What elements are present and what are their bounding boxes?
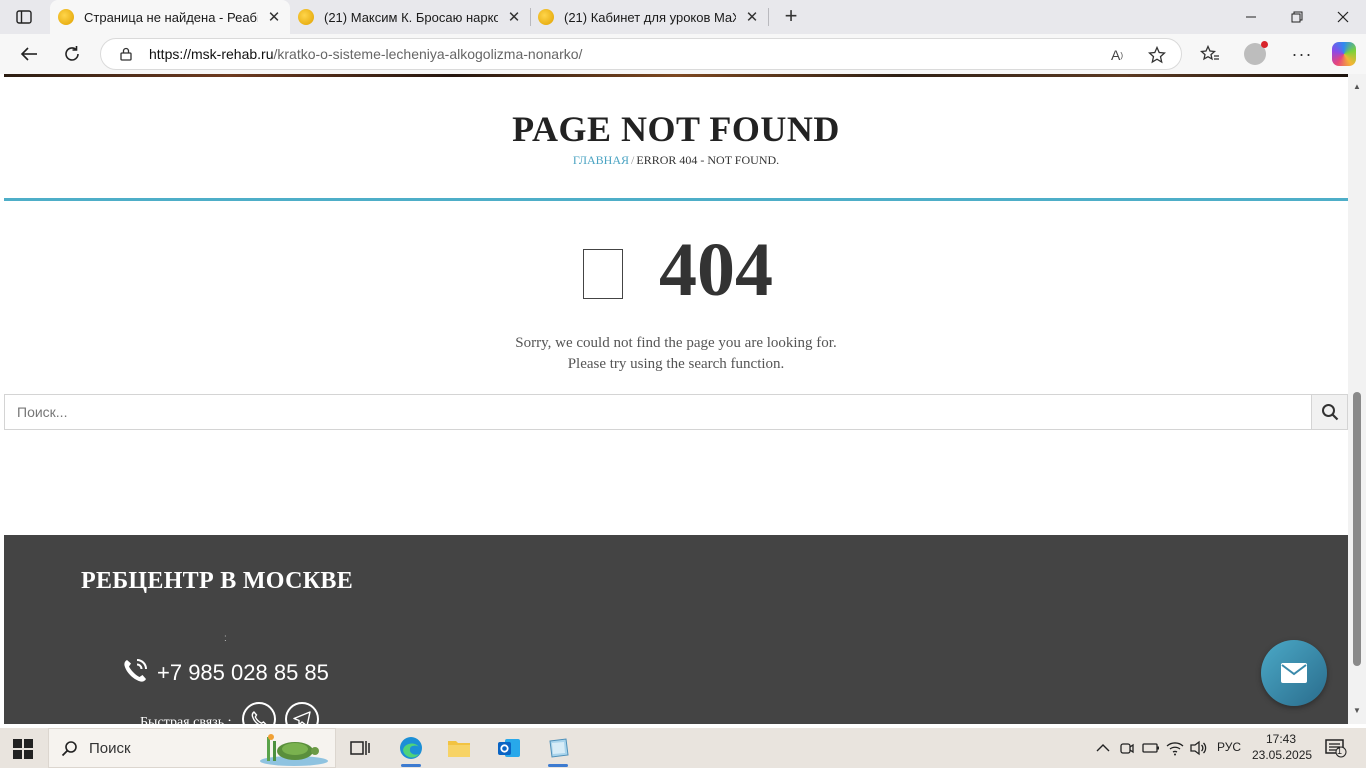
show-hidden-icons-chevron-icon[interactable] — [1093, 738, 1113, 758]
tab-2[interactable]: (21) Максим К. Бросаю наркоти ✕ — [290, 0, 530, 34]
browser-tab-bar: Страница не найдена - Реабили ✕ (21) Мак… — [0, 0, 1366, 34]
url-path: /kratko-o-sisteme-lecheniya-alkogolizma-… — [273, 46, 583, 62]
tab-actions-icon[interactable] — [10, 6, 38, 28]
notes-app-icon[interactable] — [538, 732, 578, 767]
address-toolbar: https://msk-rehab.ru/kratko-o-sisteme-le… — [0, 34, 1366, 74]
error-message: Sorry, we could not find the page you ar… — [4, 333, 1348, 375]
footer-title: РЕБЦЕНТР В МОСКВЕ — [81, 568, 354, 594]
site-favicon-icon — [298, 9, 314, 25]
error-message-line-1: Sorry, we could not find the page you ar… — [515, 335, 837, 351]
tab-3[interactable]: (21) Кабинет для уроков MaX | С ✕ — [530, 0, 768, 34]
input-language-indicator[interactable]: РУС — [1217, 740, 1241, 754]
scroll-up-icon[interactable]: ▲ — [1352, 82, 1362, 92]
page-viewport: PAGE NOT FOUND ГЛАВНАЯ / ERROR 404 - NOT F… — [4, 74, 1348, 724]
outlook-icon[interactable] — [489, 732, 529, 764]
search-input[interactable] — [5, 395, 1311, 429]
clock-time: 17:43 — [1265, 732, 1297, 746]
close-tab-icon[interactable]: ✕ — [266, 8, 282, 26]
site-footer: РЕБЦЕНТР В МОСКВЕ : +7 985 028 85 85 Быс… — [4, 535, 1348, 724]
close-tab-icon[interactable]: ✕ — [744, 8, 760, 26]
page-scrollbar[interactable]: ▲ ▼ — [1348, 74, 1366, 724]
site-favicon-icon — [58, 9, 74, 25]
windows-start-icon[interactable] — [12, 738, 34, 760]
header-banner-strip — [4, 74, 1348, 77]
wifi-icon[interactable] — [1165, 738, 1185, 758]
footer-colon: : — [224, 633, 227, 644]
taskbar-clock[interactable]: 17:43 23.05.2025 — [1252, 731, 1313, 763]
favorite-star-icon[interactable] — [1147, 45, 1167, 65]
footer-phone-link[interactable]: +7 985 028 85 85 — [157, 660, 329, 686]
error-message-line-2: Please try using the search function. — [567, 356, 785, 372]
phone-icon — [124, 659, 147, 682]
breadcrumb-separator: / — [631, 153, 635, 167]
url-text[interactable]: https://msk-rehab.ru/kratko-o-sisteme-le… — [149, 46, 582, 62]
search-icon — [61, 741, 77, 757]
breadcrumb-home-link[interactable]: ГЛАВНАЯ — [573, 153, 629, 167]
whatsapp-icon[interactable] — [242, 702, 276, 724]
back-icon[interactable] — [14, 40, 44, 68]
search-highlight-turtle-icon — [260, 734, 328, 766]
search-icon — [1321, 404, 1338, 421]
profile-avatar[interactable] — [1244, 41, 1268, 65]
breadcrumb: ГЛАВНАЯ / ERROR 404 - NOT FOUND. — [4, 153, 1348, 168]
tab-divider — [768, 8, 769, 26]
page-title: PAGE NOT FOUND — [512, 109, 840, 149]
notification-center-icon[interactable]: 1 — [1324, 738, 1348, 758]
meet-now-icon[interactable] — [1117, 738, 1137, 758]
tab-title: Страница не найдена - Реабили — [84, 9, 258, 25]
task-view-icon[interactable] — [340, 732, 380, 764]
file-explorer-icon[interactable] — [439, 732, 479, 764]
chat-widget-button[interactable] — [1261, 640, 1327, 706]
volume-icon[interactable] — [1188, 738, 1208, 758]
close-tab-icon[interactable]: ✕ — [506, 8, 522, 26]
close-window-icon[interactable] — [1320, 0, 1366, 34]
site-info-icon[interactable] — [119, 47, 133, 61]
mail-icon — [1281, 663, 1307, 683]
edge-browser-icon[interactable] — [391, 732, 431, 767]
error-code: 404 — [659, 228, 773, 312]
notification-count-badge: 1 — [1337, 746, 1343, 756]
taskbar-search-label: Поиск — [89, 739, 131, 757]
search-button[interactable] — [1311, 395, 1347, 429]
header-divider — [4, 198, 1348, 201]
taskbar-search-box[interactable]: Поиск — [48, 728, 336, 768]
read-aloud-icon[interactable]: A) — [1107, 45, 1127, 65]
tab-title: (21) Максим К. Бросаю наркоти — [324, 9, 498, 25]
url-field[interactable]: https://msk-rehab.ru/kratko-o-sisteme-le… — [100, 38, 1182, 70]
scroll-down-icon[interactable]: ▼ — [1352, 706, 1362, 716]
favorites-icon[interactable] — [1197, 42, 1223, 66]
restore-icon[interactable] — [1274, 0, 1320, 34]
breadcrumb-current: ERROR 404 - NOT FOUND. — [636, 153, 780, 167]
quick-contact-label: Быстрая связь : — [140, 715, 232, 724]
scrollbar-thumb[interactable] — [1353, 392, 1361, 666]
minimize-icon[interactable] — [1228, 0, 1274, 34]
missing-glyph-icon — [583, 249, 623, 299]
battery-icon[interactable] — [1141, 738, 1161, 758]
site-favicon-icon — [538, 9, 554, 25]
telegram-icon[interactable] — [285, 702, 319, 724]
refresh-icon[interactable] — [57, 40, 87, 68]
more-menu-icon[interactable]: ··· — [1289, 42, 1315, 66]
windows-taskbar: Поиск РУС 17:43 23.05.2025 1 — [0, 728, 1366, 768]
tab-active[interactable]: Страница не найдена - Реабили ✕ — [50, 0, 290, 34]
clock-date: 23.05.2025 — [1252, 748, 1313, 762]
copilot-icon[interactable] — [1332, 42, 1356, 66]
new-tab-button[interactable]: + — [778, 4, 804, 30]
url-host: https://msk-rehab.ru — [149, 46, 274, 62]
tab-title: (21) Кабинет для уроков MaX | С — [564, 9, 736, 25]
search-form — [4, 394, 1348, 430]
